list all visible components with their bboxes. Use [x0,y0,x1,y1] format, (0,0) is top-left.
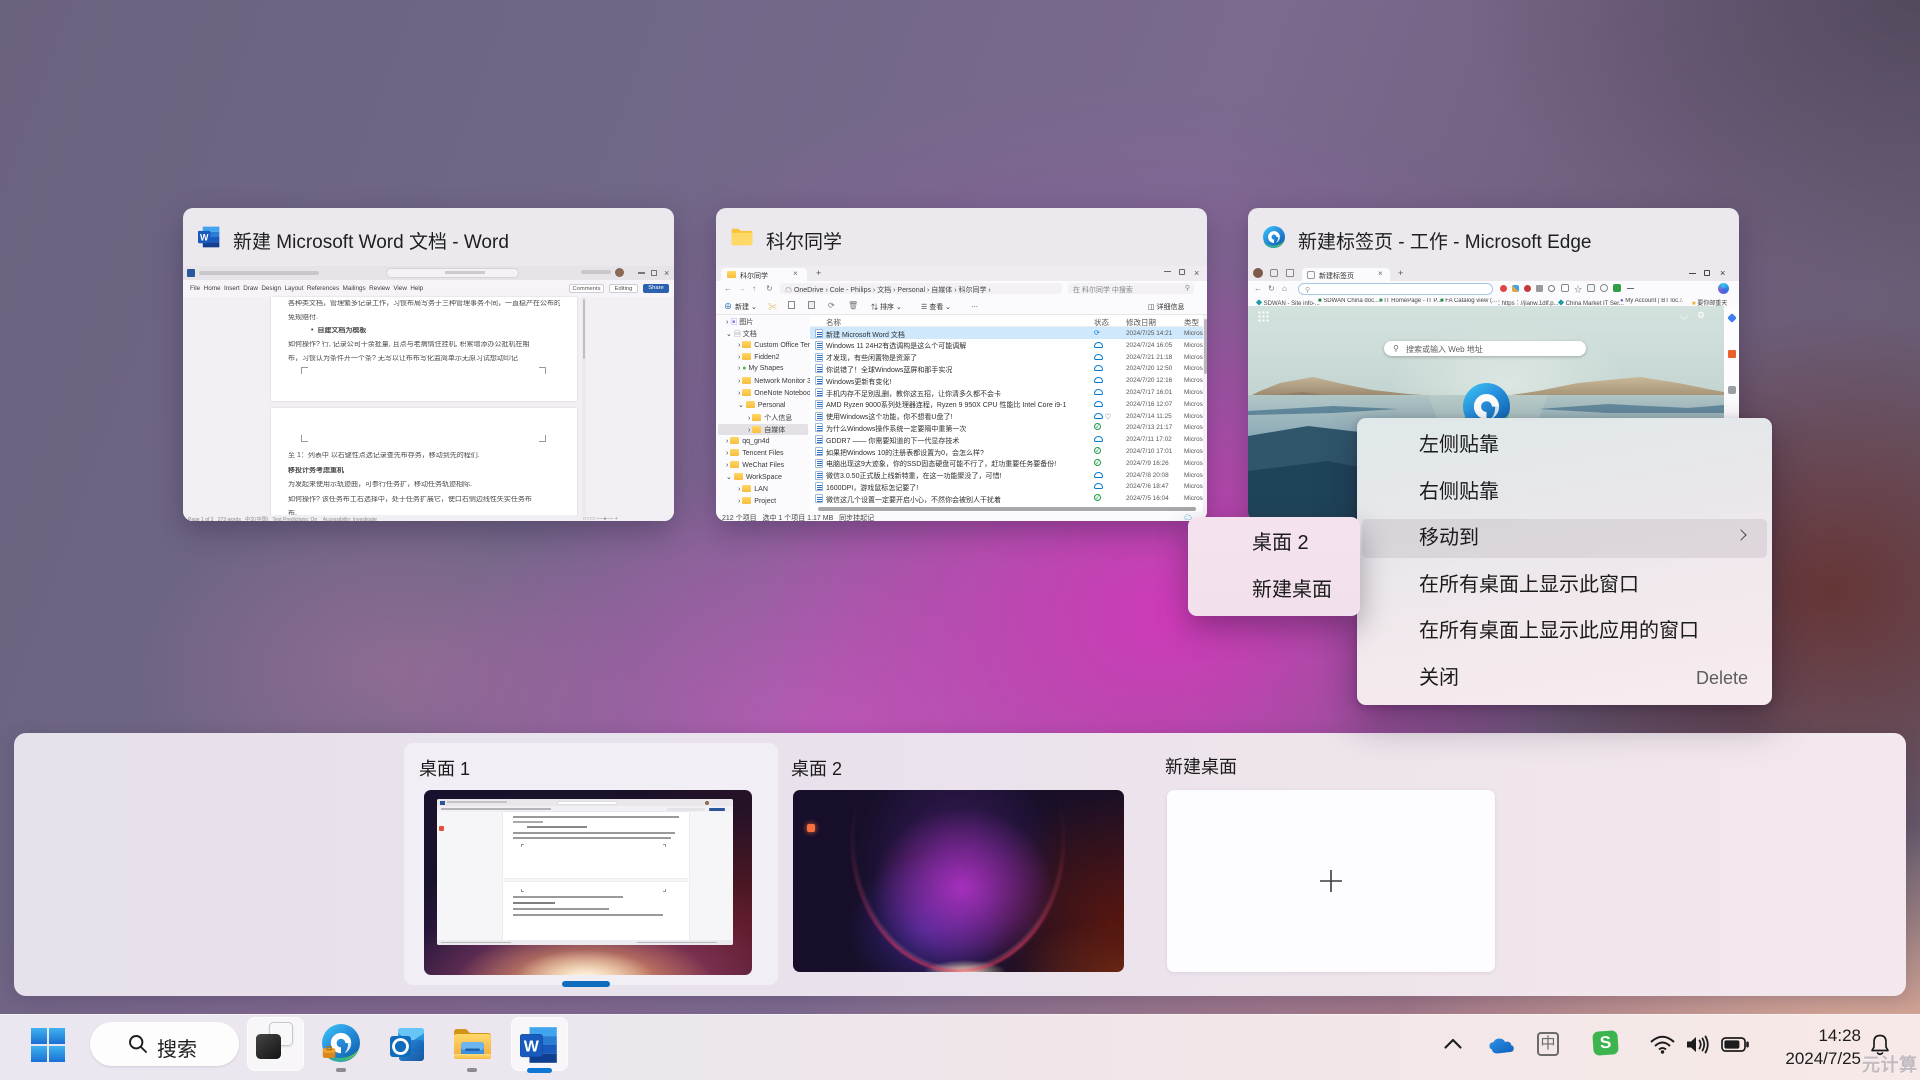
svg-text:W: W [200,232,209,242]
svg-text:W: W [524,1038,540,1056]
